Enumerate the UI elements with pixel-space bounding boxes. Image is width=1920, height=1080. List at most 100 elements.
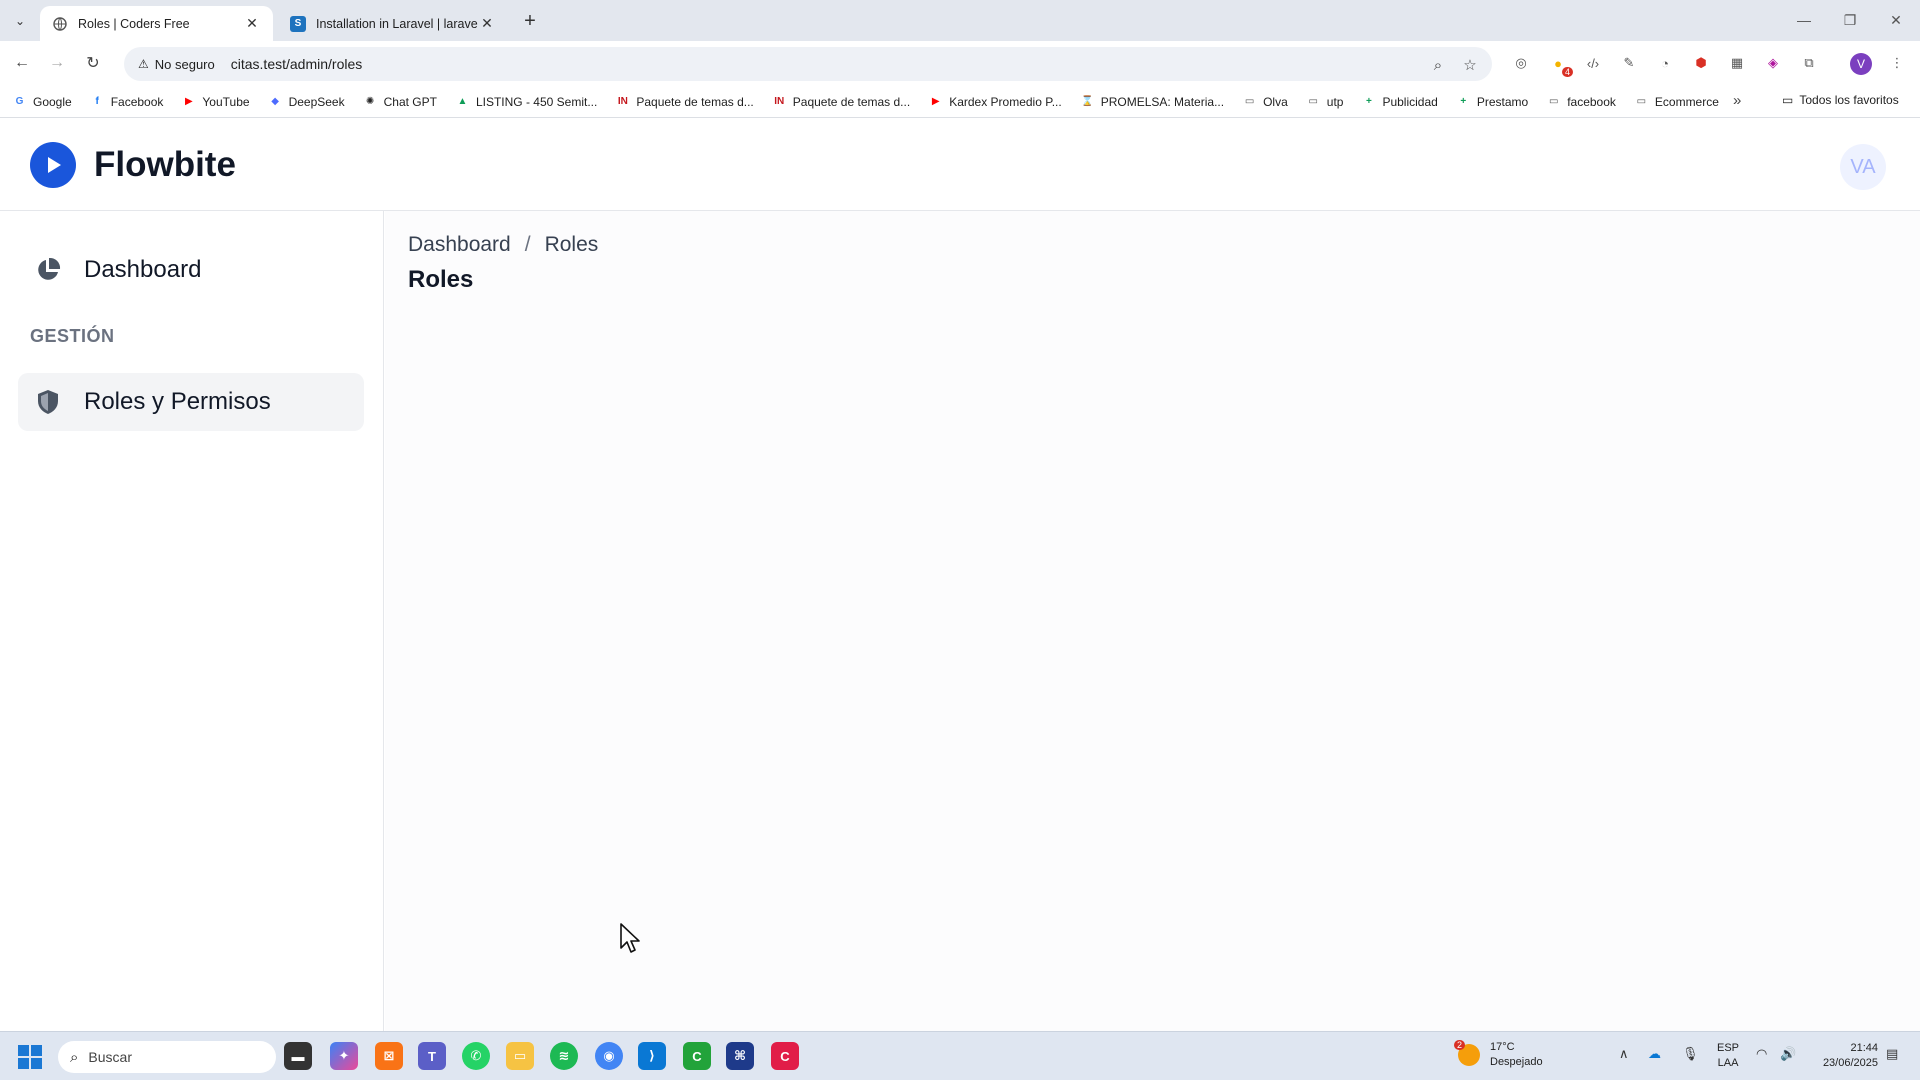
tray-chevron-up-icon[interactable]: ∧ [1619, 1046, 1629, 1062]
sidebar-item-dashboard[interactable]: Dashboard [18, 241, 364, 299]
menu-dots-icon[interactable]: ⋮ [1884, 50, 1910, 76]
minimize-icon[interactable]: — [1782, 8, 1826, 32]
brand-link[interactable]: Flowbite [30, 142, 236, 188]
shield-extension-icon[interactable]: ◈ [1760, 50, 1786, 76]
main-content: Dashboard / Roles Roles [385, 211, 1920, 1031]
close-tab-icon[interactable]: ✕ [478, 15, 496, 33]
bookmark-item[interactable]: ▭ utp [1306, 94, 1344, 109]
xampp-icon[interactable]: ⊠ [375, 1042, 403, 1070]
system-clock[interactable]: 21:44 23/06/2025 [1812, 1041, 1878, 1071]
tab-laravel-installation[interactable]: S Installation in Laravel | laravel-p ✕ [278, 6, 508, 41]
all-bookmarks-folder[interactable]: ▭ Todos los favoritos [1782, 93, 1899, 107]
puzzle-icon[interactable]: ⧉ [1796, 50, 1822, 76]
bookmark-item[interactable]: ▲ LISTING - 450 Semit... [455, 94, 598, 109]
vscode-icon[interactable]: ⟩ [638, 1042, 666, 1070]
bookmark-label: DeepSeek [288, 94, 345, 109]
bookmark-label: Facebook [110, 94, 164, 109]
warning-triangle-icon: ⚠ [138, 57, 149, 71]
restore-icon[interactable]: ❐ [1828, 8, 1872, 32]
bookmark-favicon-icon: ▭ [1636, 96, 1647, 107]
pie-chart-icon [34, 256, 62, 284]
weather-description: Despejado [1490, 1056, 1543, 1068]
spotify-icon[interactable]: ≋ [550, 1042, 578, 1070]
bookmark-label: YouTube [202, 94, 250, 109]
close-window-icon[interactable]: ✕ [1874, 8, 1918, 32]
breadcrumb-item-dashboard[interactable]: Dashboard [408, 233, 511, 257]
onedrive-cloud-icon[interactable]: ☁ [1648, 1046, 1661, 1062]
app-icon[interactable]: C [771, 1042, 799, 1070]
user-avatar[interactable]: VA [1840, 144, 1886, 190]
close-tab-icon[interactable]: ✕ [243, 15, 261, 33]
bookmark-item[interactable]: + Prestamo [1456, 94, 1528, 109]
bookmark-label: Kardex Promedio P... [949, 94, 1062, 109]
bookmark-favicon-icon: ▶ [185, 96, 193, 107]
url-text[interactable]: citas.test/admin/roles [231, 56, 363, 72]
bookmark-label: Chat GPT [383, 94, 437, 109]
bookmark-label: facebook [1567, 94, 1616, 109]
terminal-icon[interactable]: ⌘ [726, 1042, 754, 1070]
browser-toolbar: ← → ↻ ⚠ No seguro citas.test/admin/roles… [0, 41, 1920, 86]
bookmark-favicon-icon: ▶ [931, 96, 940, 107]
temperature: 17°C [1490, 1041, 1515, 1053]
bookmark-item[interactable]: IN Paquete de temas d... [772, 94, 910, 109]
code-extension-icon[interactable]: ‹/› [1580, 50, 1606, 76]
reload-icon[interactable]: ↻ [80, 50, 106, 76]
bookmark-item[interactable]: ▶ YouTube [181, 94, 250, 109]
profile-avatar[interactable]: V [1850, 53, 1872, 75]
extension-badge-count: 4 [1561, 67, 1573, 77]
qr-code-icon[interactable]: ▦ [1724, 50, 1750, 76]
bookmark-item[interactable]: G Google [12, 94, 72, 109]
bookmark-item[interactable]: ◆ DeepSeek [268, 94, 345, 109]
teams-icon[interactable]: T [418, 1042, 446, 1070]
bookmark-item[interactable]: ▭ Olva [1242, 94, 1288, 109]
volume-icon[interactable]: 🔊 [1780, 1046, 1796, 1062]
extension-badge-icon[interactable]: ● 4 [1545, 50, 1573, 77]
bookmarks-overflow-chevron-icon[interactable]: » [1733, 92, 1741, 109]
bookmark-item[interactable]: + Publicidad [1361, 94, 1438, 109]
bookmark-item[interactable]: f Facebook [90, 94, 164, 109]
security-label: No seguro [154, 56, 215, 72]
tab-roles[interactable]: Roles | Coders Free ✕ [40, 6, 273, 41]
task-view-icon[interactable]: ▬ [284, 1042, 312, 1070]
tab-search-chevron-icon[interactable]: ⌄ [8, 9, 32, 33]
search-icon: ⌕ [70, 1048, 79, 1066]
bookmark-item[interactable]: ▭ facebook [1546, 94, 1616, 109]
language-indicator[interactable]: ESP LAA [1717, 1041, 1739, 1071]
camtasia-icon[interactable]: C [683, 1042, 711, 1070]
zoom-magnifier-icon[interactable]: ⌕ [1428, 55, 1448, 75]
bookmark-item[interactable]: ⌛ PROMELSA: Materia... [1080, 94, 1224, 109]
bookmark-label: utp [1326, 94, 1344, 109]
sidebar-item-roles[interactable]: Roles y Permisos [18, 373, 364, 431]
wifi-icon[interactable]: ◠ [1756, 1046, 1767, 1062]
bookmark-label: LISTING - 450 Semit... [475, 94, 598, 109]
forward-arrow-icon[interactable]: → [44, 50, 70, 76]
file-explorer-icon[interactable]: ▭ [506, 1042, 534, 1070]
eyedropper-icon[interactable]: ✎ [1616, 50, 1642, 76]
extension-icon[interactable]: ◔ [1652, 50, 1678, 76]
adblock-icon[interactable]: ⬢ [1688, 50, 1714, 76]
new-tab-plus-icon[interactable]: + [518, 9, 542, 33]
whatsapp-icon[interactable]: ✆ [462, 1042, 490, 1070]
extension-icon[interactable]: ◎ [1508, 50, 1534, 76]
notifications-icon[interactable]: ▤ [1886, 1046, 1898, 1062]
language-code: ESP [1717, 1042, 1740, 1054]
bookmark-favicon-icon: f [95, 96, 99, 107]
chrome-icon[interactable]: ◉ [595, 1042, 623, 1070]
bookmark-label: Olva [1263, 94, 1288, 109]
back-arrow-icon[interactable]: ← [9, 50, 35, 76]
microphone-icon[interactable]: 🎙 [1682, 1046, 1699, 1062]
taskbar-search-box[interactable]: ⌕ Buscar [58, 1041, 276, 1073]
tab-title: Installation in Laravel | laravel-p [316, 16, 478, 31]
copilot-icon[interactable]: ✦ [330, 1042, 358, 1070]
bookmark-item[interactable]: ▶ Kardex Promedio P... [928, 94, 1062, 109]
bookmark-item[interactable]: ▭ Ecommerce [1634, 94, 1719, 109]
folder-icon: ▭ [1782, 93, 1794, 107]
weather-widget[interactable]: 2 17°C Despejado [1454, 1040, 1543, 1070]
windows-start-icon[interactable] [18, 1045, 42, 1069]
bookmark-star-icon[interactable]: ☆ [1460, 55, 1480, 75]
bookmark-label: Prestamo [1476, 94, 1529, 109]
bookmark-item[interactable]: IN Paquete de temas d... [615, 94, 754, 109]
security-indicator[interactable]: ⚠ No seguro [132, 57, 221, 72]
address-bar[interactable]: ⚠ No seguro citas.test/admin/roles ⌕ ☆ [124, 47, 1492, 81]
bookmark-item[interactable]: ✺ Chat GPT [363, 94, 437, 109]
